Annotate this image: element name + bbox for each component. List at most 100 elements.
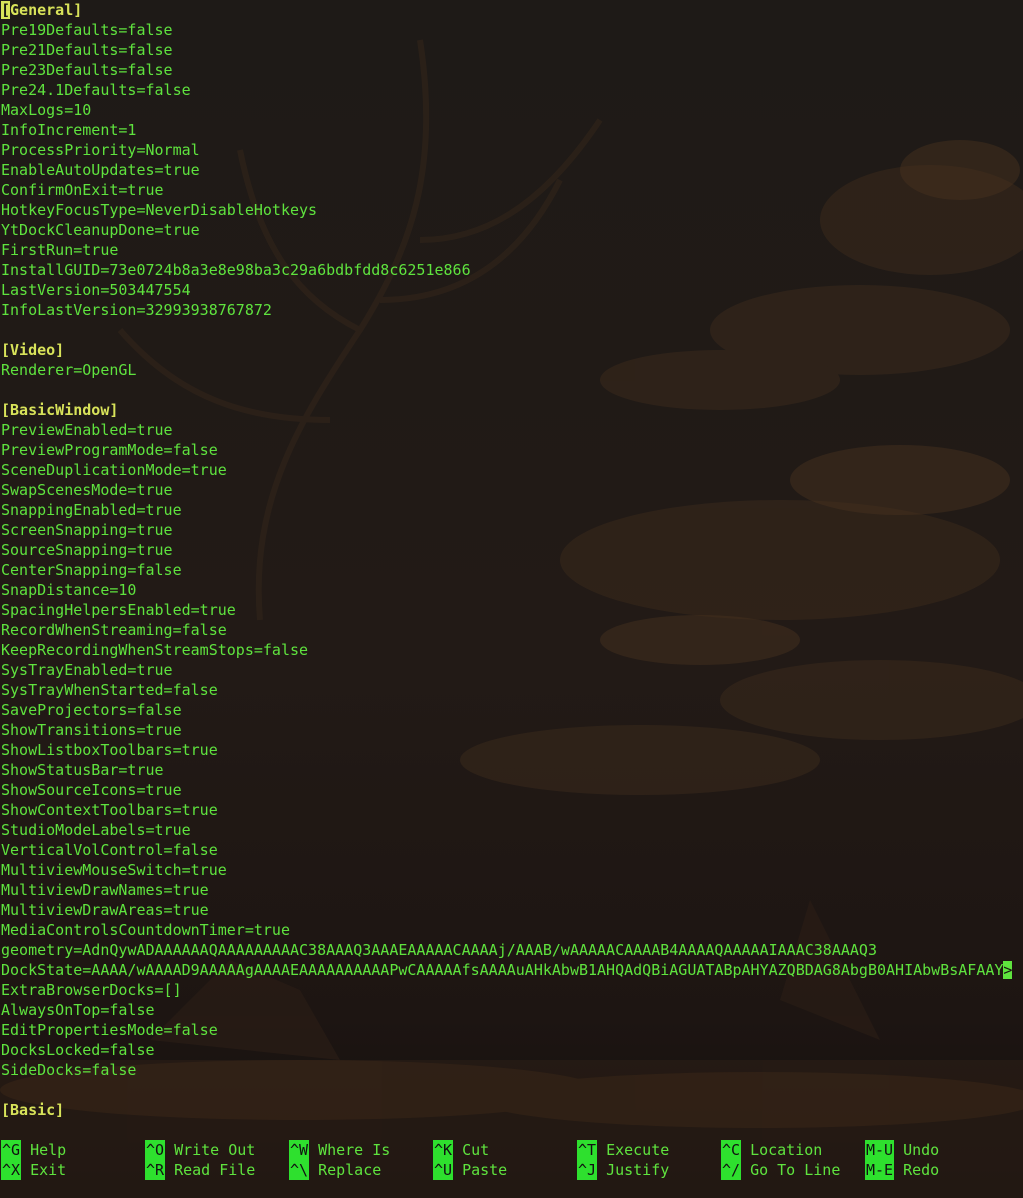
shortcut-key: ^K: [433, 1140, 454, 1160]
config-line: CenterSnapping=false: [1, 561, 182, 579]
config-line: EnableAutoUpdates=true: [1, 161, 200, 179]
config-line: PreviewProgramMode=false: [1, 441, 218, 459]
config-line: SideDocks=false: [1, 1061, 137, 1079]
config-line: Pre21Defaults=false: [1, 41, 173, 59]
config-line: VerticalVolControl=false: [1, 841, 218, 859]
section-header: [Basic]: [1, 1101, 65, 1119]
shortcut-key: ^U: [433, 1160, 454, 1180]
shortcut-key: ^W: [289, 1140, 310, 1160]
config-line: YtDockCleanupDone=true: [1, 221, 200, 239]
config-line: Pre19Defaults=false: [1, 21, 173, 39]
config-line: PreviewEnabled=true: [1, 421, 173, 439]
shortcut-replace[interactable]: ^\ Replace: [289, 1160, 433, 1180]
config-line: MultiviewMouseSwitch=true: [1, 861, 227, 879]
shortcut-key: ^J: [577, 1160, 598, 1180]
config-line: InfoIncrement=1: [1, 121, 137, 139]
config-line: SnappingEnabled=true: [1, 501, 182, 519]
config-line: MediaControlsCountdownTimer=true: [1, 921, 290, 939]
config-line: geometry=AdnQywADAAAAAAQAAAAAAAAAC38AAAQ…: [1, 941, 877, 959]
section-header: [General]: [1, 1, 83, 19]
config-line: SwapScenesMode=true: [1, 481, 173, 499]
shortcut-label: Write Out: [174, 1141, 256, 1159]
shortcut-key: ^R: [145, 1160, 166, 1180]
shortcut-exit[interactable]: ^X Exit: [1, 1160, 145, 1180]
config-line: DockState=AAAA/wAAAAD9AAAAAgAAAAEAAAAAAA…: [1, 961, 1013, 979]
config-line: ExtraBrowserDocks=[]: [1, 981, 182, 999]
config-line: ShowTransitions=true: [1, 721, 182, 739]
shortcut-key: ^/: [721, 1160, 742, 1180]
config-line: MultiviewDrawNames=true: [1, 881, 209, 899]
config-line: KeepRecordingWhenStreamStops=false: [1, 641, 309, 659]
shortcut-redo[interactable]: M-E Redo: [865, 1160, 1009, 1180]
shortcut-label: Exit: [30, 1161, 67, 1179]
config-line: SaveProjectors=false: [1, 701, 182, 719]
section-header: [Video]: [1, 341, 65, 359]
shortcut-execute[interactable]: ^T Execute: [577, 1140, 721, 1160]
nano-shortcut-bar: ^G Help ^O Write Out ^W Where Is ^K Cut ^T Execut…: [1, 1140, 1021, 1180]
config-line: ShowSourceIcons=true: [1, 781, 182, 799]
nano-editor-buffer[interactable]: [General] Pre19Defaults=false Pre21Default…: [1, 0, 1021, 1120]
shortcut-key: ^\: [289, 1160, 310, 1180]
config-line: FirstRun=true: [1, 241, 119, 259]
shortcut-label: Replace: [318, 1161, 382, 1179]
config-line: SceneDuplicationMode=true: [1, 461, 227, 479]
shortcut-help[interactable]: ^G Help: [1, 1140, 145, 1160]
shortcut-key: ^X: [1, 1160, 22, 1180]
shortcut-key: ^O: [145, 1140, 166, 1160]
shortcut-cut[interactable]: ^K Cut: [433, 1140, 577, 1160]
shortcut-read-file[interactable]: ^R Read File: [145, 1160, 289, 1180]
shortcut-justify[interactable]: ^J Justify: [577, 1160, 721, 1180]
config-line: DocksLocked=false: [1, 1041, 155, 1059]
config-line: MultiviewDrawAreas=true: [1, 901, 209, 919]
config-line: ScreenSnapping=true: [1, 521, 173, 539]
shortcut-go-to-line[interactable]: ^/ Go To Line: [721, 1160, 865, 1180]
config-line: SysTrayWhenStarted=false: [1, 681, 218, 699]
config-line: ShowListboxToolbars=true: [1, 741, 218, 759]
shortcut-label: Undo: [903, 1141, 940, 1159]
shortcut-paste[interactable]: ^U Paste: [433, 1160, 577, 1180]
shortcut-key: ^C: [721, 1140, 742, 1160]
shortcut-label: Where Is: [318, 1141, 391, 1159]
shortcut-key: ^G: [1, 1140, 22, 1160]
config-line: MaxLogs=10: [1, 101, 92, 119]
shortcut-label: Location: [750, 1141, 823, 1159]
text-cursor: [: [1, 1, 11, 19]
terminal-window: [General] Pre19Defaults=false Pre21Default…: [0, 0, 1023, 1198]
config-line: RecordWhenStreaming=false: [1, 621, 227, 639]
config-line: ProcessPriority=Normal: [1, 141, 200, 159]
shortcut-label: Execute: [606, 1141, 670, 1159]
config-line: InstallGUID=73e0724b8a3e8e98ba3c29a6bdbf…: [1, 261, 471, 279]
shortcut-undo[interactable]: M-U Undo: [865, 1140, 1009, 1160]
config-line: SpacingHelpersEnabled=true: [1, 601, 236, 619]
shortcut-label: Redo: [903, 1161, 940, 1179]
config-line: EditPropertiesMode=false: [1, 1021, 218, 1039]
config-line: ShowContextToolbars=true: [1, 801, 218, 819]
shortcut-location[interactable]: ^C Location: [721, 1140, 865, 1160]
config-line: LastVersion=503447554: [1, 281, 191, 299]
shortcut-row: ^X Exit ^R Read File ^\ Replace ^U Paste ^J Justi…: [1, 1160, 1021, 1180]
shortcut-label: Cut: [462, 1141, 490, 1159]
shortcut-label: Go To Line: [750, 1161, 841, 1179]
config-line: StudioModeLabels=true: [1, 821, 191, 839]
section-header: [BasicWindow]: [1, 401, 119, 419]
config-line: SnapDistance=10: [1, 581, 137, 599]
shortcut-key: ^T: [577, 1140, 598, 1160]
shortcut-where-is[interactable]: ^W Where Is: [289, 1140, 433, 1160]
shortcut-label: Justify: [606, 1161, 670, 1179]
shortcut-write-out[interactable]: ^O Write Out: [145, 1140, 289, 1160]
config-line: Renderer=OpenGL: [1, 361, 137, 379]
config-line: SysTrayEnabled=true: [1, 661, 173, 679]
config-line: InfoLastVersion=32993938767872: [1, 301, 272, 319]
config-line: ShowStatusBar=true: [1, 761, 164, 779]
shortcut-key: M-U: [865, 1140, 895, 1160]
line-overflow-marker: >: [1003, 961, 1013, 979]
config-line: SourceSnapping=true: [1, 541, 173, 559]
shortcut-label: Help: [30, 1141, 67, 1159]
config-line: Pre24.1Defaults=false: [1, 81, 191, 99]
config-line: Pre23Defaults=false: [1, 61, 173, 79]
config-line: HotkeyFocusType=NeverDisableHotkeys: [1, 201, 318, 219]
shortcut-label: Read File: [174, 1161, 256, 1179]
